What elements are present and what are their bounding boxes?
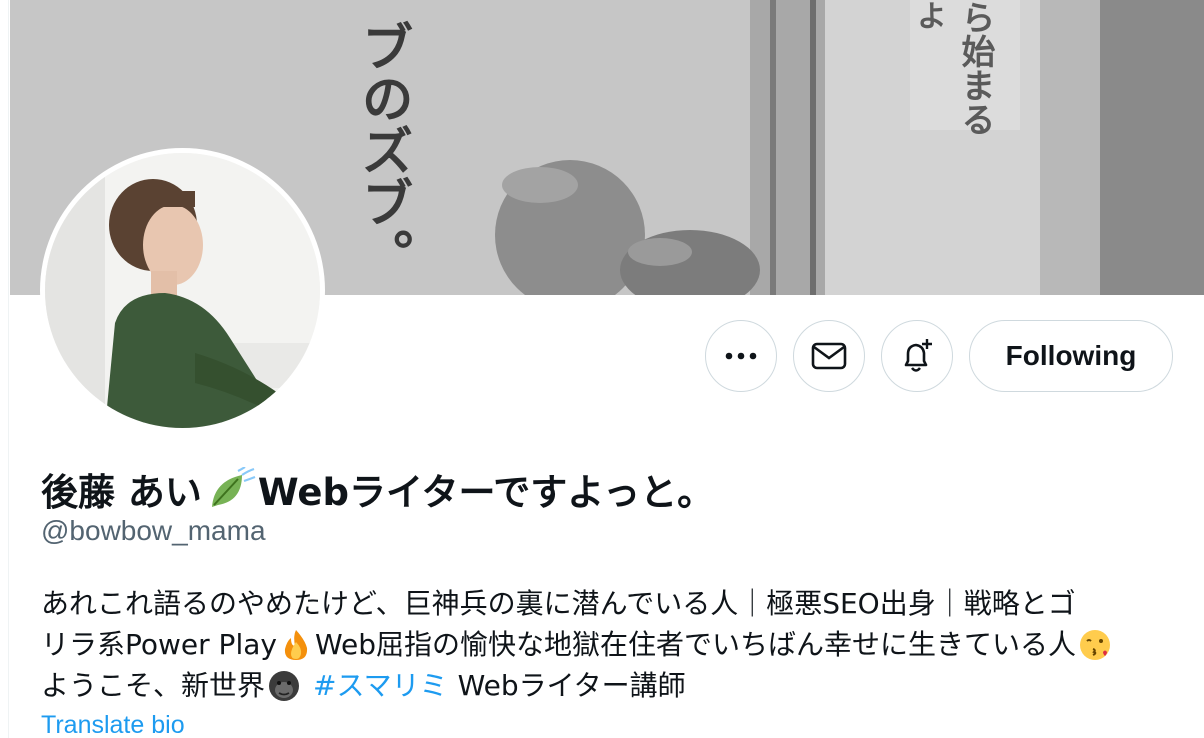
user-handle: @bowbow_mama xyxy=(41,515,266,546)
fire-emoji xyxy=(284,629,308,660)
column-divider xyxy=(8,0,9,738)
avatar-photo xyxy=(45,153,320,428)
notifications-button[interactable] xyxy=(881,320,953,392)
banner-text-left: ブのズブ。 xyxy=(352,20,412,280)
hashtag-link[interactable]: #スマリミ xyxy=(313,665,448,706)
gorilla-emoji xyxy=(269,670,300,701)
bio-text: あれこれ語るのやめたけど、巨神兵の裏に潜んでいる人｜極悪SEO出身｜戦略とゴ xyxy=(41,587,1076,620)
translate-bio-link[interactable]: Translate bio xyxy=(41,711,185,738)
bio-text: Web屈指の愉快な地獄在住者でいちばん幸せに生きている人 xyxy=(314,628,1077,661)
profile-bio: あれこれ語るのやめたけど、巨神兵の裏に潜んでいる人｜極悪SEO出身｜戦略とゴ リ… xyxy=(41,583,1181,706)
bio-line: あれこれ語るのやめたけど、巨神兵の裏に潜んでいる人｜極悪SEO出身｜戦略とゴ xyxy=(41,583,1181,624)
bio-line: リラ系Power Play Web屈指の愉快な地獄在住者でいちばん幸せに生きてい… xyxy=(41,624,1181,665)
bio-text: ようこそ、新世界 xyxy=(41,669,266,702)
profile-avatar[interactable] xyxy=(40,148,325,433)
bell-plus-icon xyxy=(904,339,932,372)
following-button[interactable]: Following xyxy=(969,320,1173,392)
leaf-fluttering-emoji xyxy=(211,467,256,507)
banner-text-right: ら始まる xyxy=(955,0,995,136)
kissing-face-emoji xyxy=(1080,629,1111,660)
following-label: Following xyxy=(1005,340,1137,371)
more-options-button[interactable] xyxy=(705,320,777,392)
bio-line: ようこそ、新世界 #スマリミ Webライター講師 xyxy=(41,665,1181,706)
profile-page: ブのズブ。 ら始まる よ Following 後藤 あい Webライターですよっ… xyxy=(0,0,1204,738)
message-button[interactable] xyxy=(793,320,865,392)
banner-text-corner: よ xyxy=(911,0,946,30)
display-name-main: 後藤 あい xyxy=(41,471,202,514)
envelope-icon xyxy=(811,342,847,370)
bio-text: Webライター講師 xyxy=(457,669,686,702)
bio-text: リラ系Power Play xyxy=(41,628,277,661)
display-name-rest: Webライターですよっと。 xyxy=(257,471,715,514)
ellipsis-icon xyxy=(725,352,757,360)
display-name: 後藤 あい Webライターですよっと。 xyxy=(41,462,714,516)
